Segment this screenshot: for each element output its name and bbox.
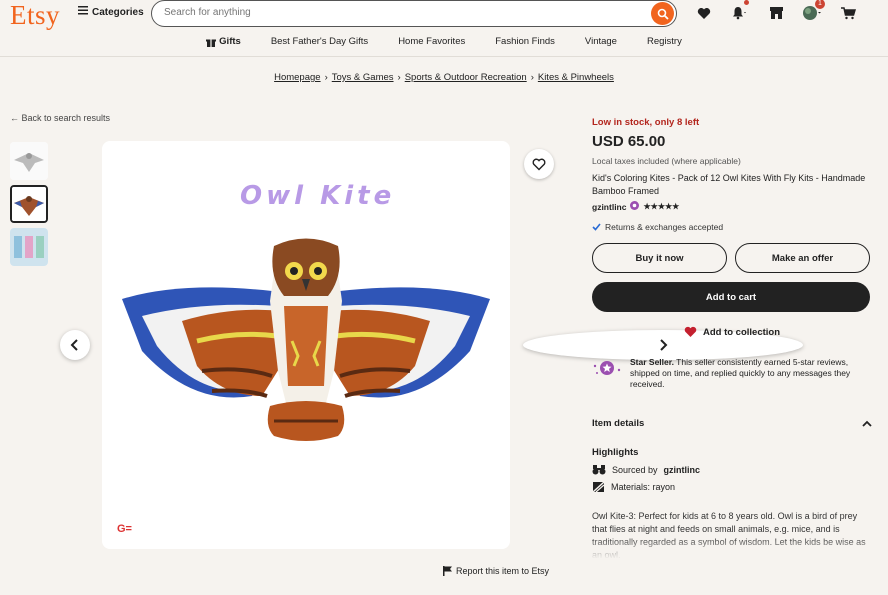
thumbnail-1[interactable]	[10, 142, 48, 180]
star-seller-badge-icon	[630, 201, 640, 212]
nav-item-fathers-day[interactable]: Best Father's Day Gifts	[271, 36, 368, 47]
chevron-up-icon	[862, 420, 872, 427]
product-image: Owl Kite G=	[102, 141, 510, 549]
price: USD 65.00	[592, 133, 666, 150]
star-seller-title: Star Seller.	[630, 357, 674, 367]
search-input[interactable]	[164, 7, 634, 18]
breadcrumb: Homepage › Toys & Games › Sports & Outdoor R…	[0, 72, 888, 83]
flag-icon	[443, 566, 452, 576]
item-details-header[interactable]: Item details	[592, 418, 872, 429]
heart-outline-icon	[532, 158, 546, 170]
cart-icon[interactable]	[837, 3, 859, 23]
search-icon	[657, 8, 669, 20]
nav-item-registry[interactable]: Registry	[647, 36, 682, 47]
owl-kite-illustration	[122, 238, 490, 441]
nav-item-home-favorites[interactable]: Home Favorites	[398, 36, 465, 47]
star-seller-icon	[593, 361, 621, 375]
previous-image-button[interactable]	[60, 330, 90, 360]
buy-it-now-button[interactable]: Buy it now	[592, 243, 727, 273]
notifications-bell-icon[interactable]	[729, 0, 751, 23]
materials-icon	[592, 481, 605, 493]
highlights-heading: Highlights	[592, 447, 639, 458]
breadcrumb-sports-outdoor[interactable]: Sports & Outdoor Recreation	[405, 72, 527, 83]
thumbnail-2-selected[interactable]	[10, 185, 48, 223]
hamburger-icon	[78, 6, 88, 18]
thumbnail-3[interactable]	[10, 228, 48, 266]
sourced-by-label: Sourced by	[612, 464, 658, 475]
seller-row: gzintlinc ★★★★★	[592, 201, 872, 212]
nav-item-gifts[interactable]: Gifts	[206, 36, 241, 47]
materials-row: Materials: rayon	[592, 481, 872, 493]
sourced-by-row: Sourced by gzintlinc	[592, 464, 872, 475]
breadcrumb-homepage[interactable]: Homepage	[274, 72, 320, 83]
header-divider	[0, 56, 888, 57]
chevron-left-icon	[70, 339, 78, 351]
nav-item-fashion-finds[interactable]: Fashion Finds	[495, 36, 555, 47]
product-info-panel: Low in stock, only 8 left USD 65.00 Loca…	[592, 117, 872, 559]
site-header: Etsy Categories 1 Gi	[0, 0, 888, 56]
categories-button[interactable]: Categories	[78, 6, 144, 18]
search-bar	[151, 0, 677, 27]
product-description: Owl Kite-3: Perfect for kids at 6 to 8 y…	[592, 510, 872, 559]
returns-row: Returns & exchanges accepted	[592, 222, 872, 232]
binoculars-icon	[592, 465, 606, 475]
shop-manager-icon[interactable]	[765, 3, 787, 23]
report-item-link[interactable]: Report this item to Etsy	[443, 566, 549, 576]
etsy-logo[interactable]: Etsy	[10, 0, 60, 31]
categories-label: Categories	[92, 6, 144, 18]
brand-mark: G=	[117, 523, 132, 535]
seller-name[interactable]: gzintlinc	[592, 202, 626, 212]
notification-dot	[744, 0, 749, 5]
nav-item-vintage[interactable]: Vintage	[585, 36, 617, 47]
add-to-collection-button[interactable]: Add to collection	[592, 326, 872, 338]
add-to-cart-button[interactable]: Add to cart	[592, 282, 870, 312]
back-to-search-link[interactable]: ← Back to search results	[10, 113, 110, 123]
rating-stars[interactable]: ★★★★★	[643, 202, 679, 211]
breadcrumb-kites-pinwheels[interactable]: Kites & Pinwheels	[538, 72, 614, 83]
product-title: Kid's Coloring Kites - Pack of 12 Owl Ki…	[592, 173, 866, 196]
make-an-offer-button[interactable]: Make an offer	[735, 243, 870, 273]
cart-count-badge: 1	[815, 0, 825, 9]
arrow-left-icon: ←	[10, 113, 19, 123]
breadcrumb-toys-games[interactable]: Toys & Games	[332, 72, 394, 83]
stock-notice: Low in stock, only 8 left	[592, 117, 700, 128]
sourced-by-seller[interactable]: gzintlinc	[664, 465, 701, 475]
heart-filled-icon	[684, 326, 697, 337]
star-seller-info: Star Seller. This seller consistently ea…	[592, 357, 872, 390]
account-avatar[interactable]: 1	[801, 0, 825, 23]
tax-note: Local taxes included (where applicable)	[592, 156, 741, 166]
favorite-heart-button[interactable]	[524, 149, 554, 179]
chevron-right-icon: ›	[530, 72, 534, 83]
checkmark-icon	[592, 223, 601, 231]
thumbnail-strip	[10, 142, 48, 271]
chevron-right-icon: ›	[397, 72, 401, 83]
search-button[interactable]	[651, 2, 674, 25]
favorites-heart-icon[interactable]	[693, 3, 715, 23]
category-nav: Gifts Best Father's Day Gifts Home Favor…	[0, 36, 888, 47]
chevron-right-icon: ›	[324, 72, 328, 83]
gift-icon	[206, 38, 217, 47]
